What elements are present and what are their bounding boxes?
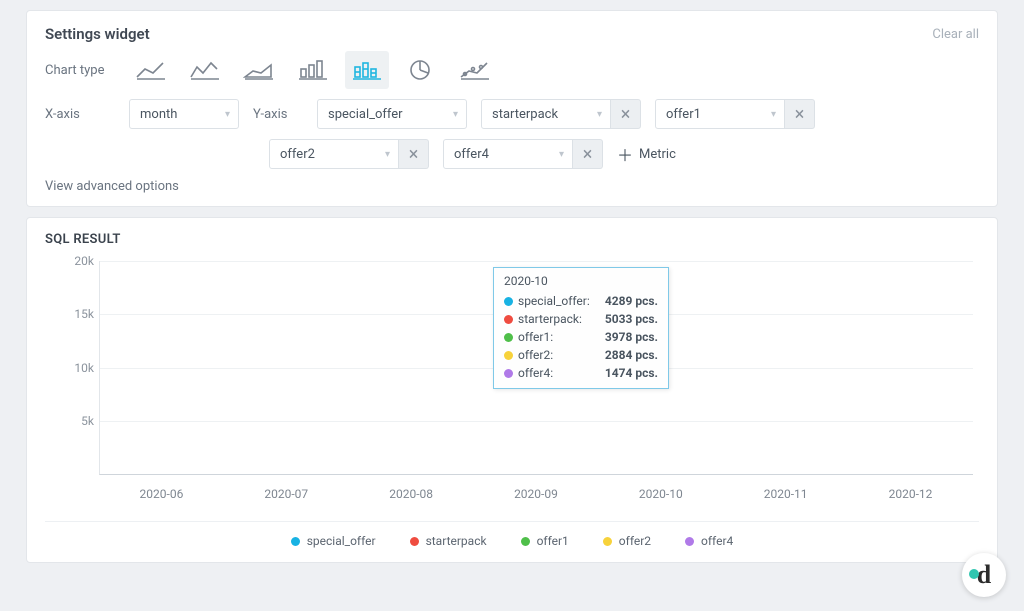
legend-item[interactable]: offer1	[521, 534, 569, 548]
chevron-down-icon: ▾	[225, 109, 230, 120]
remove-field-button[interactable]: ×	[399, 139, 429, 169]
add-metric-button[interactable]: ＋ Metric	[617, 142, 676, 166]
settings-panel: Settings widget Clear all Chart type X-a…	[26, 10, 998, 207]
remove-field-button[interactable]: ×	[785, 99, 815, 129]
legend-dot-icon	[685, 537, 694, 546]
chart-legend: special_offer starterpack offer1 offer2 offe…	[45, 521, 979, 548]
chevron-down-icon: ▾	[453, 109, 458, 120]
peak-chart-icon[interactable]	[183, 51, 227, 89]
legend-dot-icon	[291, 537, 300, 546]
x-axis-label: X-axis	[45, 107, 115, 122]
bar-chart-icon[interactable]	[291, 51, 335, 89]
y-axis-tick: 20k	[50, 254, 94, 268]
brand-logo: d	[962, 553, 1006, 597]
advanced-options-link[interactable]: View advanced options	[45, 179, 979, 194]
y-axis-select-2[interactable]: offer1 ▾	[655, 99, 785, 129]
x-axis-tick: 2020-08	[371, 487, 451, 501]
remove-field-button[interactable]: ×	[611, 99, 641, 129]
chart-type-icons	[129, 51, 497, 89]
legend-item[interactable]: offer2	[603, 534, 651, 548]
legend-dot-icon	[521, 537, 530, 546]
x-axis-tick: 2020-09	[496, 487, 576, 501]
clear-all-link[interactable]: Clear all	[932, 27, 979, 42]
x-axis-tick: 2020-11	[746, 487, 826, 501]
area-chart-icon[interactable]	[237, 51, 281, 89]
y-axis-select-4[interactable]: offer4 ▾	[443, 139, 573, 169]
legend-item[interactable]: starterpack	[410, 534, 487, 548]
result-title: SQL RESULT	[45, 232, 979, 247]
remove-field-button[interactable]: ×	[573, 139, 603, 169]
plus-icon: ＋	[617, 142, 633, 166]
chevron-down-icon: ▾	[597, 109, 602, 120]
result-panel: SQL RESULT 5k 10k 15k 20k 2020-06 2020-07 202…	[26, 217, 998, 563]
chevron-down-icon: ▾	[559, 149, 564, 160]
x-axis-tick: 2020-12	[870, 487, 950, 501]
x-axis-value: month	[140, 107, 177, 122]
x-axis-tick: 2020-06	[121, 487, 201, 501]
y-axis-tick: 15k	[50, 307, 94, 321]
x-axis-tick: 2020-10	[621, 487, 701, 501]
x-axis-tick: 2020-07	[246, 487, 326, 501]
y-axis-label: Y-axis	[253, 107, 303, 122]
pie-chart-icon[interactable]	[399, 51, 443, 89]
legend-item[interactable]: offer4	[685, 534, 733, 548]
y-axis-select-3[interactable]: offer2 ▾	[269, 139, 399, 169]
stacked-bar-chart[interactable]: 5k 10k 15k 20k 2020-06 2020-07 2020-08 2020-09…	[45, 257, 979, 507]
legend-item[interactable]: special_offer	[291, 534, 376, 548]
chart-type-label: Chart type	[45, 63, 115, 78]
legend-dot-icon	[410, 537, 419, 546]
stacked-bar-chart-icon[interactable]	[345, 51, 389, 89]
chevron-down-icon: ▾	[385, 149, 390, 160]
y-axis-select-1[interactable]: starterpack ▾	[481, 99, 611, 129]
settings-title: Settings widget	[45, 25, 150, 43]
line-chart-icon[interactable]	[129, 51, 173, 89]
legend-dot-icon	[603, 537, 612, 546]
scatter-chart-icon[interactable]	[453, 51, 497, 89]
chevron-down-icon: ▾	[771, 109, 776, 120]
x-axis-select[interactable]: month ▾	[129, 99, 239, 129]
y-axis-tick: 10k	[50, 361, 94, 375]
y-axis-tick: 5k	[50, 414, 94, 428]
y-axis-select-0[interactable]: special_offer ▾	[317, 99, 467, 129]
